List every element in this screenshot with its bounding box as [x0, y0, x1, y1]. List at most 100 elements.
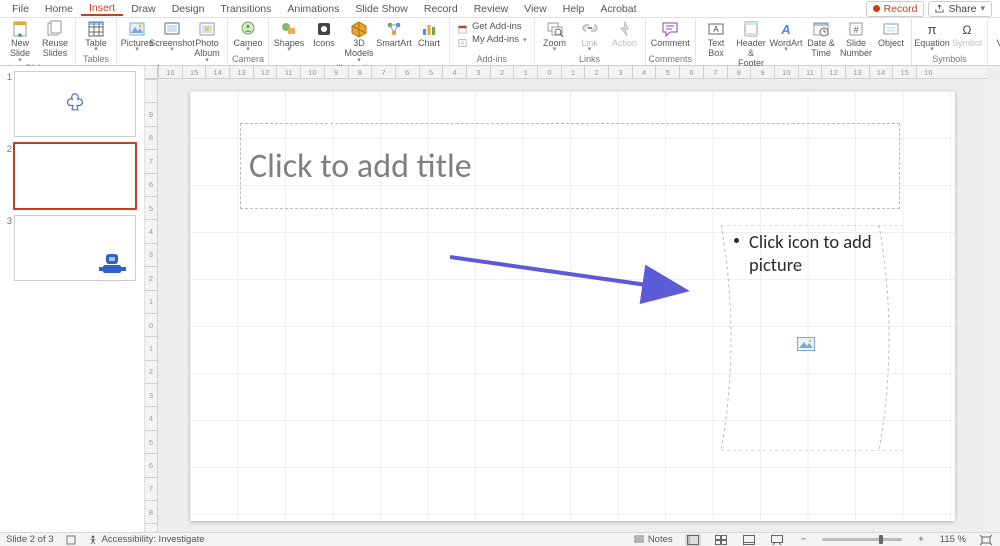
shapes-button[interactable]: Shapes▾: [272, 19, 306, 52]
vertical-scrollbar[interactable]: [987, 79, 1000, 532]
slide-thumbnails-panel: 1 2 3: [0, 66, 145, 532]
svg-text:#: #: [854, 25, 859, 35]
date-time-icon: [812, 20, 830, 38]
group-label: Tables: [83, 54, 109, 65]
zoom-button[interactable]: Zoom▾: [538, 19, 572, 52]
screenshot-icon: [163, 20, 181, 38]
chart-icon: [420, 20, 438, 38]
slide-canvas[interactable]: Click to add title Click icon to add pic…: [190, 91, 955, 521]
bullet-icon: [734, 238, 739, 243]
tab-transitions[interactable]: Transitions: [212, 3, 279, 15]
3d-models-button[interactable]: 3DModels▾: [342, 19, 376, 63]
notes-icon: [634, 535, 644, 545]
date-time-button[interactable]: Date &Time: [804, 19, 838, 59]
chart-button[interactable]: Chart: [412, 19, 446, 48]
view-sorter-button[interactable]: [713, 534, 729, 546]
ribbon-group-illustrations: Shapes▾Icons3DModels▾SmartArtChartIllust…: [269, 18, 450, 65]
fit-to-window-button[interactable]: [978, 534, 994, 546]
screenshot-button[interactable]: Screenshot▾: [155, 19, 189, 52]
tab-design[interactable]: Design: [164, 3, 213, 15]
ribbon-group-slides: ✶NewSlide▾ReuseSlidesSlides: [0, 18, 76, 65]
accessibility-icon: [88, 535, 98, 545]
ribbon-group-camera: Cameo▾Camera: [228, 18, 269, 65]
symbol-button: ΩSymbol: [950, 19, 984, 48]
ribbon-group-comments: CommentComments: [646, 18, 697, 65]
slide-number-button[interactable]: #SlideNumber: [839, 19, 873, 59]
icons-button[interactable]: Icons: [307, 19, 341, 48]
photo-album-button[interactable]: PhotoAlbum▾: [190, 19, 224, 63]
slide-thumbnail-3[interactable]: [15, 216, 135, 280]
tab-record[interactable]: Record: [416, 3, 466, 15]
tab-file[interactable]: File: [4, 3, 37, 15]
comment-icon: [661, 20, 679, 38]
equation-button[interactable]: πEquation▾: [915, 19, 949, 52]
tab-help[interactable]: Help: [555, 3, 593, 15]
tab-draw[interactable]: Draw: [123, 3, 164, 15]
ribbon-group-images: Pictures▾Screenshot▾PhotoAlbum▾Images: [117, 18, 228, 65]
get-addins-button[interactable]: Get Add-ins: [457, 21, 527, 32]
ruler-corner: [145, 66, 158, 79]
zoom-in-button[interactable]: +: [914, 534, 928, 545]
symbol-icon: Ω: [958, 20, 976, 38]
tab-insert[interactable]: Insert: [81, 2, 123, 16]
insert-picture-icon[interactable]: [797, 337, 815, 351]
table-icon: [87, 20, 105, 38]
view-slideshow-button[interactable]: [769, 534, 785, 546]
tab-view[interactable]: View: [516, 3, 555, 15]
text-box-button[interactable]: ATextBox: [699, 19, 733, 59]
tab-home[interactable]: Home: [37, 3, 81, 15]
object-icon: [882, 20, 900, 38]
new-slide-button[interactable]: ✶NewSlide▾: [3, 19, 37, 63]
new-slide-icon: ✶: [11, 20, 29, 38]
svg-text:π: π: [928, 22, 937, 37]
group-label: Links: [579, 54, 600, 65]
smartart-button[interactable]: SmartArt: [377, 19, 411, 48]
icons-icon: [315, 20, 333, 38]
ribbon-group-links: Zoom▾Link▾Action Links: [535, 18, 646, 65]
slide-canvas-area: 1615141312111098765432101234567891011121…: [145, 66, 1000, 532]
status-notes[interactable]: Notes: [634, 534, 673, 545]
record-dot-icon: [873, 5, 880, 12]
video-button[interactable]: Video▾: [991, 19, 1000, 52]
reuse-slides-button[interactable]: ReuseSlides: [38, 19, 72, 59]
comment-button[interactable]: Comment: [653, 19, 687, 48]
wordart-icon: A: [777, 20, 795, 38]
wordart-button[interactable]: AWordArt▾: [769, 19, 803, 52]
share-button[interactable]: Share▾: [928, 1, 992, 17]
slide-thumbnail-2[interactable]: [15, 144, 135, 208]
slide-scroll[interactable]: Click to add title Click icon to add pic…: [158, 79, 987, 532]
tab-slide-show[interactable]: Slide Show: [347, 3, 416, 15]
svg-text:Ω: Ω: [963, 23, 972, 37]
zoom-slider[interactable]: [822, 538, 902, 541]
ruler-horizontal[interactable]: 1615141312111098765432101234567891011121…: [158, 66, 987, 79]
equation-icon: π: [923, 20, 941, 38]
zoom-out-button[interactable]: −: [797, 534, 811, 545]
tab-review[interactable]: Review: [466, 3, 516, 15]
zoom-percent[interactable]: 115 %: [940, 534, 966, 545]
my-addins-button[interactable]: My Add-ins▾: [457, 34, 527, 45]
pictures-icon: [128, 20, 146, 38]
table-button[interactable]: Table▾: [79, 19, 113, 52]
photo-album-icon: [198, 20, 216, 38]
slide-thumbnail-1[interactable]: [15, 72, 135, 136]
share-icon: [935, 4, 944, 13]
ribbon-group-symbols: πEquation▾ΩSymbolSymbols: [912, 18, 988, 65]
action-button: Action: [608, 19, 642, 48]
status-language[interactable]: [66, 535, 76, 545]
workspace: 1 2 3 1615: [0, 66, 1000, 532]
picture-placeholder-text: Click icon to add picture: [749, 231, 895, 276]
view-reading-button[interactable]: [741, 534, 757, 546]
header-footer-button[interactable]: Header& Footer: [734, 19, 768, 68]
status-slide-number: Slide 2 of 3: [6, 534, 54, 545]
object-button[interactable]: Object: [874, 19, 908, 48]
title-placeholder[interactable]: Click to add title: [240, 123, 900, 209]
status-accessibility[interactable]: Accessibility: Investigate: [88, 534, 205, 545]
cameo-button[interactable]: Cameo▾: [231, 19, 265, 52]
ruler-vertical[interactable]: 9876543210123456789: [145, 79, 158, 532]
tab-animations[interactable]: Animations: [279, 3, 347, 15]
record-button[interactable]: Record: [866, 1, 925, 17]
link-button: Link▾: [573, 19, 607, 52]
view-normal-button[interactable]: [685, 534, 701, 546]
tab-acrobat[interactable]: Acrobat: [592, 3, 644, 15]
picture-placeholder[interactable]: Click icon to add picture: [721, 225, 903, 451]
